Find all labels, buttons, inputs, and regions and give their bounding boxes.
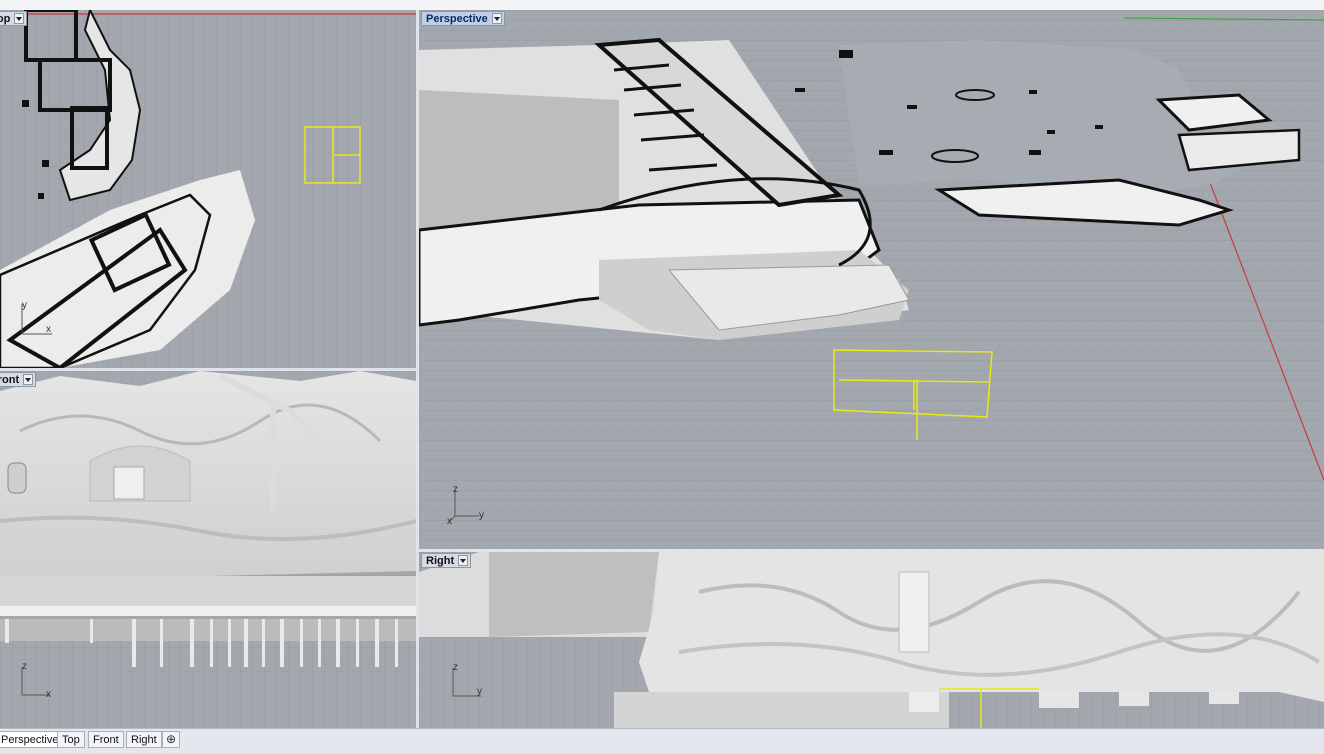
viewport-title-right: Right (426, 554, 455, 567)
perspective-view-scene[interactable] (419, 10, 1324, 549)
axis-label-x: x (46, 689, 51, 699)
axis-label-y: y (479, 510, 484, 521)
tab-perspective[interactable]: Perspective (0, 731, 64, 748)
top-view-scene[interactable] (0, 10, 416, 368)
axis-label-z: z (22, 661, 27, 672)
viewport-perspective[interactable]: Perspective z y x (419, 10, 1324, 549)
axis-indicator-right: z y (452, 662, 482, 697)
add-viewport-tab-button[interactable]: ⊕ (162, 731, 180, 748)
axis-label-x: x (46, 324, 51, 335)
axis-indicator-perspective: z y x (447, 484, 484, 524)
viewport-top[interactable]: Top y x (0, 10, 416, 368)
axis-label-y: y (22, 300, 27, 311)
viewport-label-top[interactable]: Top (0, 11, 28, 26)
tab-right[interactable]: Right (126, 731, 162, 748)
viewport-title-perspective: Perspective (426, 12, 488, 25)
tab-front[interactable]: Front (88, 731, 124, 748)
axis-label-x: x (447, 516, 452, 524)
axis-indicator-top: y x (21, 300, 52, 335)
axis-label-y: y (477, 686, 482, 697)
viewport-menu-arrow-icon[interactable] (23, 374, 34, 385)
viewport-tab-bar: Perspective Top Front Right ⊕ (0, 728, 1324, 754)
viewport-menu-arrow-icon[interactable] (491, 13, 502, 24)
right-view-scene[interactable] (419, 552, 1324, 728)
viewport-right[interactable]: Right z y (419, 552, 1324, 728)
viewport-label-perspective[interactable]: Perspective (421, 11, 505, 26)
viewport-label-front[interactable]: Front (0, 372, 37, 387)
front-view-scene[interactable] (0, 371, 416, 728)
viewport-title-top: Top (0, 12, 11, 25)
viewport-menu-arrow-icon[interactable] (14, 13, 25, 24)
viewport-menu-arrow-icon[interactable] (458, 555, 469, 566)
axis-label-z: z (453, 484, 458, 495)
viewport-title-front: Front (0, 373, 20, 386)
viewport-front[interactable]: Front z x (0, 371, 416, 728)
axis-indicator-front: z x (21, 661, 51, 699)
axis-label-z: z (453, 662, 458, 673)
tab-top[interactable]: Top (57, 731, 85, 748)
viewport-label-right[interactable]: Right (421, 553, 472, 568)
window-top-edge (0, 0, 1324, 10)
